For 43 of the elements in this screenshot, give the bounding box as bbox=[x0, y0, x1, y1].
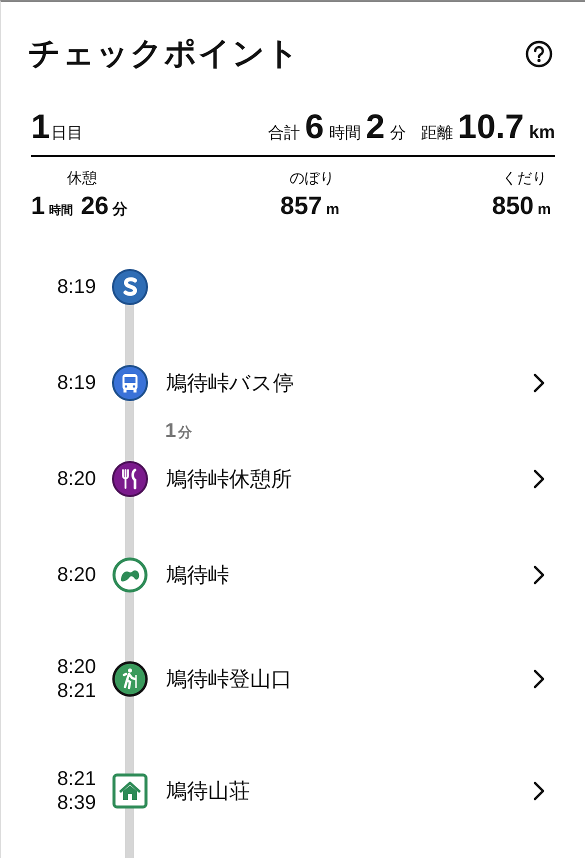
checkpoint-name[interactable]: 鳩待峠登山口 bbox=[166, 665, 533, 693]
checkpoint-time: 8:19 bbox=[57, 275, 96, 299]
stat-label: 休憩 bbox=[67, 169, 97, 188]
page-title: チェックポイント bbox=[28, 34, 300, 73]
checkpoint-time: 8:20 bbox=[57, 655, 96, 679]
stat-unit: m bbox=[326, 201, 340, 218]
stat-value: 850 bbox=[492, 192, 534, 221]
stat-label: のぼり bbox=[289, 169, 334, 188]
checkpoint-name[interactable]: 鳩待山荘 bbox=[166, 777, 533, 805]
hours-unit: 時間 bbox=[328, 124, 361, 144]
checkpoint-name[interactable]: 鳩待峠 bbox=[166, 561, 533, 589]
help-icon[interactable] bbox=[525, 40, 553, 68]
chevron-right-icon[interactable] bbox=[533, 373, 545, 393]
chevron-right-icon[interactable] bbox=[533, 669, 545, 689]
stat-unit: 分 bbox=[112, 200, 128, 219]
total-minutes: 2 bbox=[366, 108, 385, 147]
checkpoint-time: 8:19 bbox=[57, 371, 96, 395]
checkpoint-time: 8:39 bbox=[57, 791, 96, 815]
stat-value: 857 bbox=[280, 192, 322, 221]
distance-value: 10.7 bbox=[458, 108, 524, 147]
total-hours: 6 bbox=[304, 108, 324, 147]
stat-unit: m bbox=[538, 201, 551, 218]
minutes-unit: 分 bbox=[390, 124, 406, 144]
stat-value: 26 bbox=[80, 192, 109, 221]
stat-value: 1 bbox=[31, 192, 45, 221]
chevron-right-icon[interactable] bbox=[533, 781, 545, 801]
day-number: 1 bbox=[31, 108, 50, 147]
chevron-right-icon[interactable] bbox=[533, 565, 545, 585]
total-label: 合計 bbox=[268, 124, 300, 144]
stat-label: くだり bbox=[502, 169, 547, 188]
checkpoint-time: 8:20 bbox=[57, 467, 96, 491]
checkpoint-name[interactable]: 鳩待峠休憩所 bbox=[166, 465, 533, 493]
stat-unit: 時間 bbox=[48, 202, 73, 219]
distance-unit: km bbox=[528, 122, 555, 143]
checkpoint-time: 8:20 bbox=[57, 563, 96, 587]
checkpoint-name[interactable]: 鳩待峠バス停 bbox=[166, 369, 533, 397]
duration-value: 1 bbox=[165, 420, 176, 442]
chevron-right-icon[interactable] bbox=[533, 469, 545, 489]
day-unit: 日目 bbox=[50, 124, 83, 144]
distance-label: 距離 bbox=[420, 124, 453, 144]
checkpoint-time: 8:21 bbox=[57, 767, 96, 791]
checkpoint-time: 8:21 bbox=[57, 679, 96, 703]
duration-unit: 分 bbox=[178, 424, 192, 442]
